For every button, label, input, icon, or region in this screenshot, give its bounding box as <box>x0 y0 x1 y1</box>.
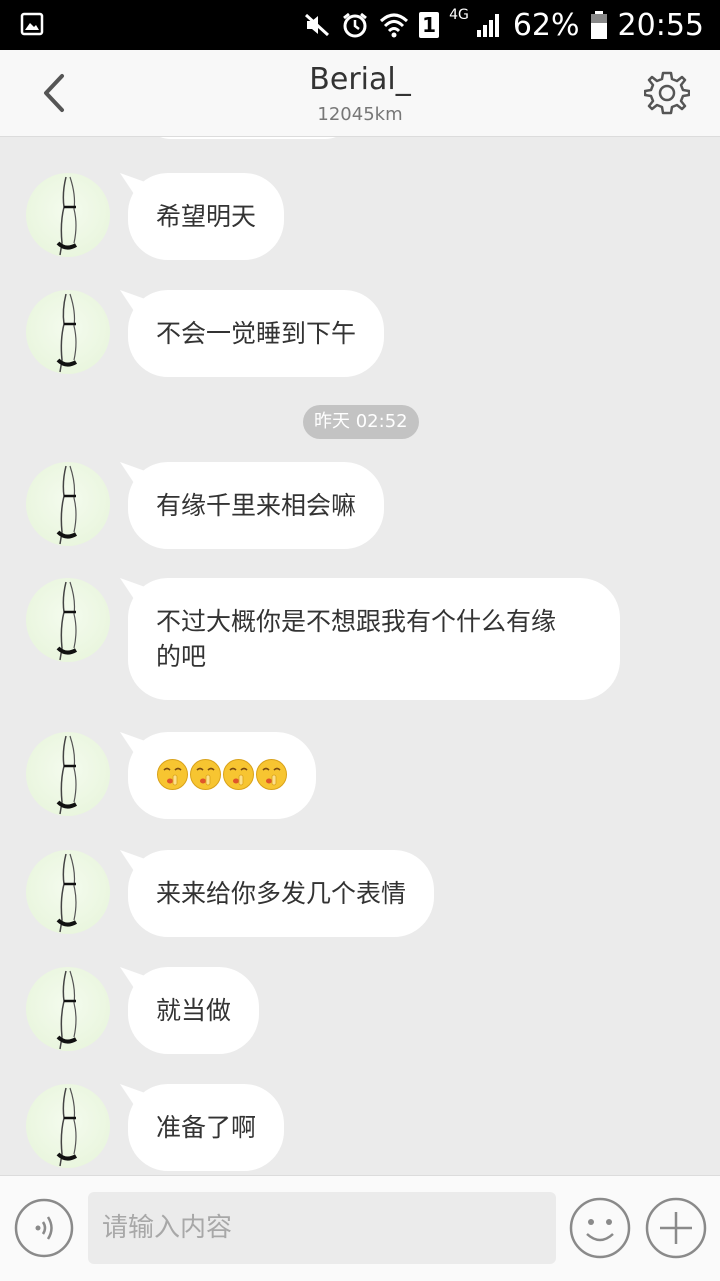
clock: 20:55 <box>617 7 704 43</box>
message-bubble-cutoff <box>140 137 356 139</box>
gallery-notification-icon <box>20 12 44 36</box>
avatar-figure-icon <box>56 465 78 545</box>
add-attachment-icon[interactable] <box>644 1196 708 1260</box>
avatar[interactable] <box>26 578 110 662</box>
avatar-figure-icon <box>56 735 78 815</box>
avatar[interactable] <box>26 850 110 934</box>
shush-emoji-icon <box>190 759 221 790</box>
shush-emoji-icon <box>223 759 254 790</box>
shush-emoji-icon <box>256 759 287 790</box>
message-bubble[interactable]: 准备了啊 <box>128 1084 285 1171</box>
avatar[interactable] <box>26 1084 110 1168</box>
emoji-row <box>156 758 288 791</box>
avatar[interactable] <box>26 290 110 374</box>
battery-percent: 62% <box>512 7 580 43</box>
input-bar <box>0 1175 720 1281</box>
sim-indicator: 1 <box>419 12 440 38</box>
signal-icon <box>476 14 499 37</box>
emoji-picker-icon[interactable] <box>568 1196 632 1260</box>
contact-distance: 12045km <box>317 104 403 125</box>
message-bubble[interactable]: 有缘千里来相会嘛 <box>128 462 385 549</box>
message-bubble[interactable]: 来来给你多发几个表情 <box>128 850 435 937</box>
wifi-icon <box>380 13 409 38</box>
mute-icon <box>305 13 330 37</box>
chat-message-list[interactable]: 希望明天 不会一觉睡到下午 昨天 02:52 有缘千里来相会嘛 不过大概你是不想… <box>0 137 720 1175</box>
message-input[interactable] <box>88 1192 556 1264</box>
alarm-icon <box>343 12 368 38</box>
message-bubble[interactable]: 不过大概你是不想跟我有个什么有缘 的吧 <box>128 578 620 700</box>
message-bubble[interactable]: 就当做 <box>128 967 260 1054</box>
message-bubble[interactable]: 不会一觉睡到下午 <box>128 290 385 377</box>
battery-icon <box>590 11 607 39</box>
message-bubble[interactable] <box>128 732 316 819</box>
network-type: 4G <box>449 7 469 23</box>
status-indicators: 1 4G 62% 20:55 <box>303 0 704 50</box>
avatar-figure-icon <box>56 581 78 661</box>
avatar-figure-icon <box>56 853 78 933</box>
avatar[interactable] <box>26 173 110 257</box>
message-bubble[interactable]: 希望明天 <box>128 173 285 260</box>
voice-input-icon[interactable] <box>14 1198 74 1258</box>
shush-emoji-icon <box>157 759 188 790</box>
status-bar: 1 4G 62% 20:55 <box>0 0 720 50</box>
contact-name: Berial_ <box>309 62 411 97</box>
avatar[interactable] <box>26 967 110 1051</box>
avatar[interactable] <box>26 462 110 546</box>
avatar-figure-icon <box>56 293 78 373</box>
message-line: 不过大概你是不想跟我有个什么有缘 <box>156 607 557 636</box>
avatar-figure-icon <box>56 970 78 1050</box>
avatar-figure-icon <box>56 176 78 256</box>
avatar-figure-icon <box>56 1087 78 1167</box>
timestamp-pill: 昨天 02:52 <box>303 405 419 439</box>
settings-gear-icon[interactable] <box>644 70 690 116</box>
avatar[interactable] <box>26 732 110 816</box>
chat-header: Berial_ 12045km <box>0 50 720 137</box>
message-line: 的吧 <box>156 642 207 671</box>
